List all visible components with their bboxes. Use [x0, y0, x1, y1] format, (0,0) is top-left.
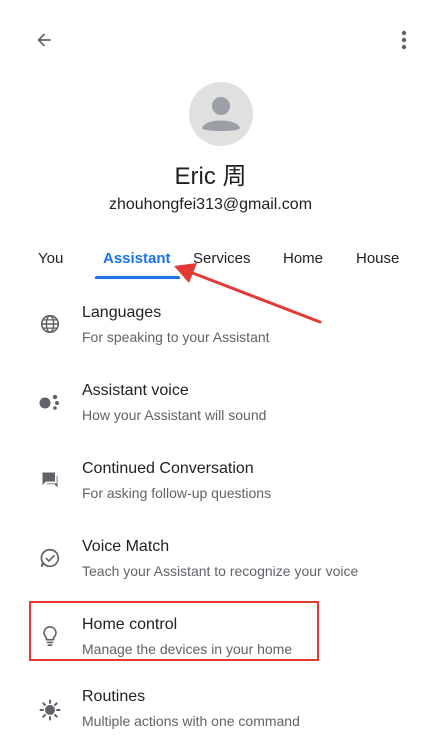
avatar[interactable] [189, 82, 253, 146]
list-item-home-control[interactable]: Home control Manage the devices in your … [0, 614, 421, 674]
tab-you[interactable]: You [38, 244, 63, 284]
screen: Eric 周 zhouhongfei313@gmail.com You Assi… [0, 0, 421, 729]
list-item-voice-match[interactable]: Voice Match Teach your Assistant to reco… [0, 536, 421, 596]
item-title: Routines [82, 688, 146, 705]
list-item-assistant-voice[interactable]: Assistant voice How your Assistant will … [0, 380, 421, 440]
item-title: Assistant voice [82, 382, 189, 399]
item-title: Continued Conversation [82, 460, 254, 477]
back-button[interactable] [28, 24, 60, 56]
tab-bar: You Assistant Services Home House [0, 244, 421, 288]
item-subtitle: Multiple actions with one command [82, 713, 300, 729]
top-bar [0, 0, 421, 80]
profile-email: zhouhongfei313@gmail.com [108, 196, 313, 213]
assistant-dots-icon [34, 386, 66, 418]
more-options-button[interactable] [390, 24, 418, 56]
list-item-languages[interactable]: Languages For speaking to your Assistant [0, 302, 421, 362]
tab-home[interactable]: Home [283, 244, 323, 284]
item-subtitle: For speaking to your Assistant [82, 329, 270, 345]
item-title: Home control [82, 616, 178, 633]
tab-house[interactable]: House [356, 244, 399, 284]
chat-bubble-icon [34, 464, 66, 496]
item-subtitle: How your Assistant will sound [82, 407, 267, 423]
arrow-back-icon [37, 33, 51, 47]
active-tab-indicator [95, 276, 180, 279]
routines-icon [34, 694, 66, 726]
item-title: Languages [82, 304, 162, 321]
item-subtitle: Teach your Assistant to recognize your v… [82, 563, 359, 579]
list-item-routines[interactable]: Routines Multiple actions with one comma… [0, 688, 421, 748]
person-icon [202, 97, 240, 131]
lightbulb-icon [34, 620, 66, 652]
tab-services[interactable]: Services [193, 244, 251, 284]
list-item-continued-conversation[interactable]: Continued Conversation For asking follow… [0, 458, 421, 518]
voice-match-icon [34, 542, 66, 574]
item-subtitle: For asking follow-up questions [82, 485, 272, 501]
globe-icon [34, 308, 66, 340]
item-subtitle: Manage the devices in your home [82, 641, 293, 657]
item-title: Voice Match [82, 538, 170, 555]
more-vert-icon [401, 30, 407, 50]
profile-name: Eric 周 [174, 163, 247, 190]
